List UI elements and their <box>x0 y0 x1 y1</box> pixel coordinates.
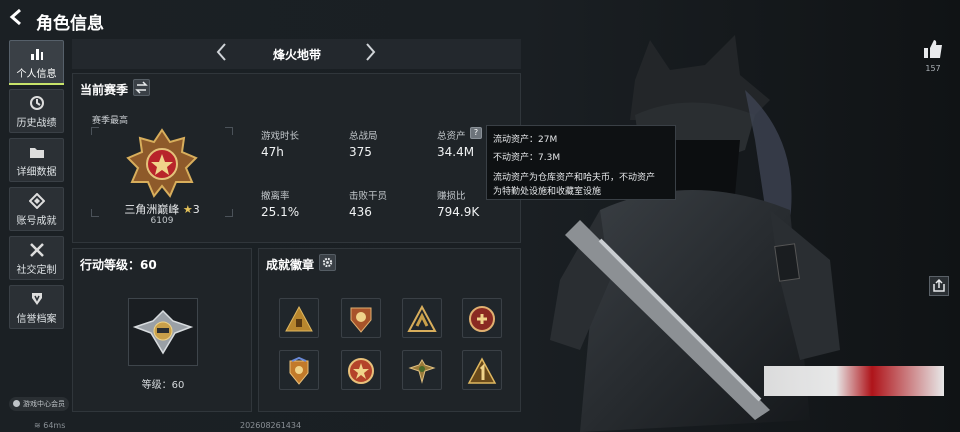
rank-stars: 3 <box>192 203 200 216</box>
tooltip-desc-line1: 流动资产为仓库资产和哈夫币，不动资产 <box>493 173 656 183</box>
ping-value: 64ms <box>43 421 66 430</box>
level-emblem-icon <box>132 309 194 355</box>
like-count: 157 <box>925 64 941 73</box>
tooltip-desc-line2: 为特勤处设施和收藏室设施 <box>493 187 602 197</box>
stat-value: 34.4M <box>437 145 475 159</box>
switch-season-button[interactable] <box>133 79 150 96</box>
network-status: ≋ 64ms <box>34 421 65 430</box>
stat-label: 总资产 <box>437 131 466 142</box>
swap-icon <box>135 81 148 94</box>
bar-chart-icon <box>30 49 43 60</box>
help-icon: ? <box>473 128 479 137</box>
level-text: 等级：60 <box>141 380 185 391</box>
sidebar-item-history[interactable]: 历史战绩 <box>9 89 64 133</box>
stat-value: 794.9K <box>437 205 480 219</box>
achievement-settings-button[interactable] <box>319 254 336 271</box>
app-root: 角色信息 个人信息 历史战绩 详细数据 账号成就 社交定制 信誉档案 游戏中心会… <box>0 0 960 432</box>
eagle-badge-icon <box>289 356 309 385</box>
sidebar-item-label: 历史战绩 <box>16 118 57 129</box>
stat-value: 375 <box>349 145 372 159</box>
chevron-left-icon <box>216 43 226 61</box>
sidebar-item-label: 详细数据 <box>16 167 57 178</box>
history-icon <box>29 96 44 110</box>
rank-name-row: 三角洲巅峰 ★3 <box>92 201 232 217</box>
achievement-badge[interactable] <box>462 298 502 338</box>
rank-marker <box>764 366 944 396</box>
stat-label: 总战局 <box>349 131 378 142</box>
gear-icon <box>322 257 333 268</box>
achievement-badge[interactable] <box>341 298 381 338</box>
sidebar-item-reputation[interactable]: 信誉档案 <box>9 285 64 329</box>
tools-icon <box>29 243 44 257</box>
achievement-badge[interactable] <box>341 350 381 390</box>
game-center-member[interactable]: 游戏中心会员 <box>9 397 69 411</box>
thumbs-up-icon <box>924 40 942 58</box>
chevron-right-icon <box>366 43 376 61</box>
next-mode-button[interactable] <box>364 40 378 69</box>
stat-value: 25.1% <box>261 205 300 219</box>
sidebar-item-label: 个人信息 <box>16 69 57 80</box>
achievements-title: 成就徽章 <box>266 258 315 272</box>
back-button[interactable] <box>8 8 28 28</box>
tooltip-fixed: 不动资产：7.3M <box>493 153 561 163</box>
member-label: 游戏中心会员 <box>23 400 65 408</box>
member-icon <box>13 400 20 407</box>
achievement-badge[interactable] <box>462 350 502 390</box>
rank-emblem-icon <box>126 128 198 198</box>
season-best-label: 赛季最高 <box>92 116 129 126</box>
wings-badge-icon <box>408 359 436 384</box>
asset-tooltip: 流动资产：27M 不动资产：7.3M 流动资产为仓库资产和哈夫币，不动资产 为特… <box>486 125 676 200</box>
stat-label: 游戏时长 <box>261 131 300 142</box>
stat-label: 赚损比 <box>437 191 466 202</box>
wifi-icon: ≋ <box>34 421 44 430</box>
sidebar-item-label: 信誉档案 <box>16 314 57 325</box>
sidebar-item-details[interactable]: 详细数据 <box>9 138 64 182</box>
action-level-title: 行动等级：60 <box>80 258 157 272</box>
stat-label: 击败干员 <box>349 191 388 202</box>
page-title: 角色信息 <box>36 14 104 34</box>
stat-label: 撤离率 <box>261 191 290 202</box>
pyramid-badge-icon <box>285 305 313 332</box>
share-button[interactable] <box>929 276 949 296</box>
player-uid: 202608261434 <box>240 421 302 430</box>
share-icon <box>933 278 945 292</box>
tooltip-liquid: 流动资产：27M <box>493 135 558 145</box>
rank-name: 三角洲巅峰 <box>124 203 180 216</box>
season-title: 当前赛季 <box>80 83 129 97</box>
star-icon: ★ <box>182 203 193 216</box>
rank-score: 6109 <box>150 216 174 226</box>
number-badge-icon <box>467 357 497 384</box>
level-emblem-frame <box>128 298 198 366</box>
seal-badge-icon <box>469 306 495 332</box>
sidebar-item-achievements[interactable]: 账号成就 <box>9 187 64 231</box>
achievement-badge[interactable] <box>279 298 319 338</box>
stat-value: 436 <box>349 205 372 219</box>
mode-title: 烽火地带 <box>272 48 321 62</box>
prev-mode-button[interactable] <box>214 40 228 69</box>
like-button[interactable] <box>922 38 944 60</box>
sidebar-item-label: 账号成就 <box>16 216 57 227</box>
achievement-badge[interactable] <box>279 350 319 390</box>
achievement-icon <box>28 193 45 209</box>
stat-value: 47h <box>261 145 284 159</box>
active-indicator <box>9 83 64 85</box>
achievement-badge[interactable] <box>402 350 442 390</box>
achievement-badge[interactable] <box>402 298 442 338</box>
star-badge-icon <box>348 358 374 384</box>
asset-info-button[interactable]: ? <box>470 127 482 139</box>
triangle-badge-icon <box>407 304 437 332</box>
back-arrow-icon <box>9 8 21 26</box>
sidebar-item-profile[interactable]: 个人信息 <box>9 40 64 84</box>
sidebar-item-label: 社交定制 <box>16 265 57 276</box>
sidebar-item-social[interactable]: 社交定制 <box>9 236 64 280</box>
folder-icon <box>29 148 44 158</box>
shield-badge-icon <box>350 307 372 333</box>
shield-icon <box>31 293 42 305</box>
